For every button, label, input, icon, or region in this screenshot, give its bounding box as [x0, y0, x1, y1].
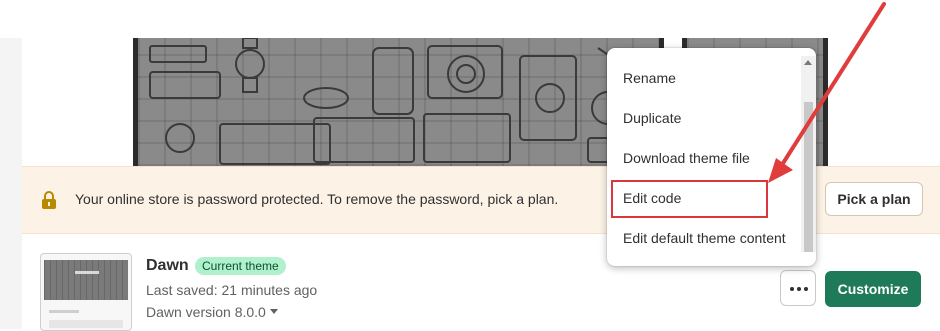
banner-message: Your online store is password protected.…	[75, 191, 559, 207]
menu-item-rename[interactable]: Rename	[607, 61, 801, 95]
thumbnail-hero-label	[75, 271, 99, 274]
theme-version-dropdown[interactable]: Dawn version 8.0.0	[146, 304, 266, 320]
more-horizontal-icon	[790, 287, 808, 291]
theme-thumbnail	[40, 253, 132, 331]
more-actions-button[interactable]	[780, 270, 816, 306]
current-theme-badge: Current theme	[195, 257, 286, 275]
menu-scrollbar[interactable]	[801, 56, 816, 252]
last-saved-text: Last saved: 21 minutes ago	[146, 282, 318, 298]
thumbnail-hero	[44, 260, 128, 300]
theme-preview-desktop	[133, 38, 664, 166]
product-illustration	[149, 38, 649, 165]
customize-button[interactable]: Customize	[825, 271, 921, 307]
scroll-up-arrow-icon[interactable]	[804, 60, 812, 65]
theme-name: Dawn	[146, 257, 189, 274]
pick-a-plan-button[interactable]: Pick a plan	[825, 182, 923, 216]
menu-item-edit-default-theme-content[interactable]: Edit default theme content	[607, 221, 801, 255]
menu-item-edit-code[interactable]: Edit code	[607, 181, 801, 215]
menu-item-duplicate[interactable]: Duplicate	[607, 101, 801, 135]
menu-item-download-theme-file[interactable]: Download theme file	[607, 141, 801, 175]
thumbnail-product-row	[49, 320, 123, 328]
thumbnail-line	[49, 310, 79, 313]
theme-actions-menu: Rename Duplicate Download theme file Edi…	[607, 48, 816, 266]
scrollbar-thumb[interactable]	[804, 102, 813, 252]
caret-down-icon[interactable]	[270, 309, 278, 314]
top-bar	[0, 0, 940, 38]
lock-icon	[42, 191, 56, 209]
